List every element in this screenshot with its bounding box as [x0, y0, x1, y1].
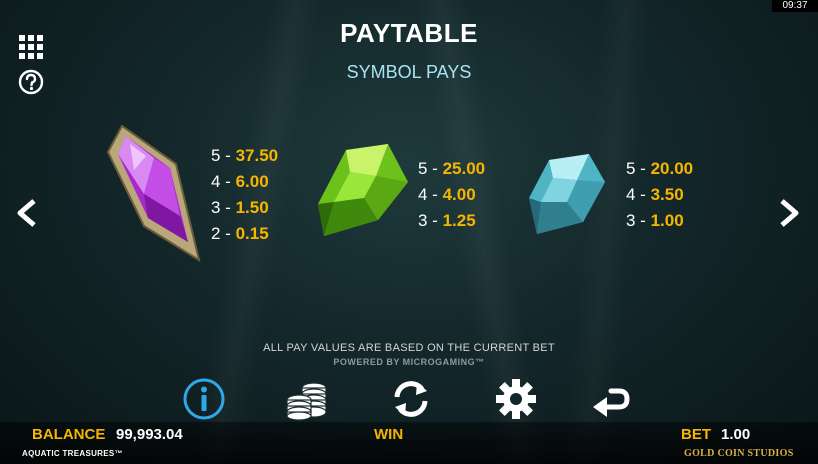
powered-by-text: POWERED BY MICROGAMING™ [333, 357, 485, 367]
clock: 09:37 [772, 0, 818, 12]
section-subtitle: SYMBOL PAYS [346, 62, 472, 82]
back-arrow-icon[interactable] [589, 377, 633, 421]
pay-values-note: ALL PAY VALUES ARE BASED ON THE CURRENT … [263, 342, 555, 354]
bet-value: 1.00 [721, 426, 751, 443]
win-label: WIN [374, 426, 404, 443]
pay-row: 3 - 1.00 [626, 211, 684, 230]
pay-row: 5 - 37.50 [211, 146, 279, 165]
previous-page-arrow-icon[interactable] [12, 198, 40, 228]
blue-gem-icon [527, 152, 607, 236]
pay-row: 3 - 1.50 [211, 198, 269, 217]
green-gem-icon [316, 142, 410, 240]
page-title: PAYTABLE [340, 18, 478, 48]
balance-value: 99,993.04 [116, 426, 183, 443]
next-page-arrow-icon[interactable] [776, 198, 804, 228]
bet-label: BET [681, 426, 711, 443]
blue-gem-pays: 5 - 20.00 4 - 3.50 3 - 1.00 [626, 156, 693, 234]
gear-icon[interactable] [494, 377, 538, 421]
pay-row: 4 - 4.00 [418, 185, 476, 204]
balance-label: BALANCE [32, 426, 106, 443]
info-icon[interactable] [182, 377, 226, 421]
green-gem-pays: 5 - 25.00 4 - 4.00 3 - 1.25 [418, 156, 485, 234]
coins-icon[interactable] [285, 377, 329, 421]
pay-row: 2 - 0.15 [211, 224, 269, 243]
refresh-icon[interactable] [389, 377, 433, 421]
studio-logo: GOLD COIN STUDIOS [684, 448, 794, 459]
pay-row: 5 - 25.00 [418, 159, 486, 178]
purple-gem-icon [104, 124, 202, 264]
pay-row: 3 - 1.25 [418, 211, 476, 230]
game-name: AQUATIC TREASURES™ [22, 449, 123, 458]
pay-row: 4 - 3.50 [626, 185, 684, 204]
pay-row: 4 - 6.00 [211, 172, 269, 191]
purple-gem-pays: 5 - 37.50 4 - 6.00 3 - 1.50 2 - 0.15 [211, 143, 278, 247]
pay-row: 5 - 20.00 [626, 159, 694, 178]
